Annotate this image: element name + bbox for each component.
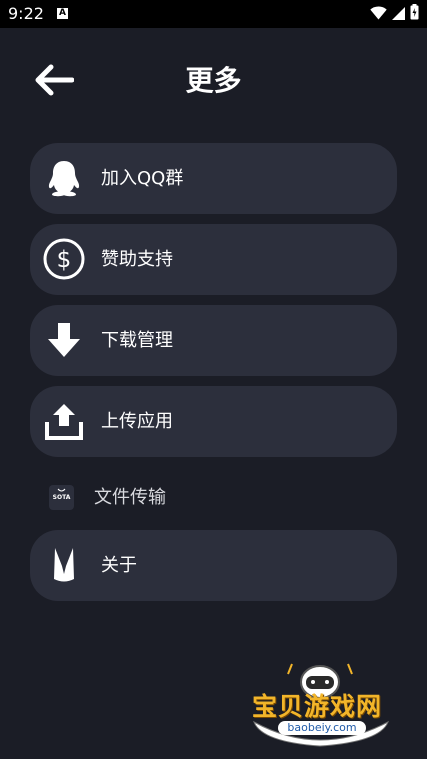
upload-icon <box>42 399 86 443</box>
sota-icon-text: SOTA <box>52 494 71 501</box>
menu-item-label: 赞助支持 <box>101 249 173 270</box>
menu-item-file-transfer[interactable]: SOTA 文件传输 <box>30 470 397 526</box>
menu-item-label: 下载管理 <box>101 330 173 351</box>
menu-item-upload-app[interactable]: 上传应用 <box>30 386 397 457</box>
menu-item-about[interactable]: 关于 <box>30 530 397 601</box>
menu-item-label: 文件传输 <box>94 487 166 508</box>
page-title: 更多 <box>185 64 242 97</box>
notification-a-icon: A <box>57 8 68 19</box>
battery-icon <box>410 4 419 24</box>
dollar-circle-icon: $ <box>42 237 86 281</box>
sota-icon: SOTA <box>49 485 74 510</box>
signal-icon <box>392 5 405 24</box>
status-icons <box>370 4 419 24</box>
menu-item-join-qq-group[interactable]: 加入QQ群 <box>30 143 397 214</box>
watermark-url: baobeiy.com <box>278 721 366 735</box>
menu-item-sponsor[interactable]: $ 赞助支持 <box>30 224 397 295</box>
qq-penguin-icon <box>42 156 86 200</box>
more-screen: 9:22 A 更多 加入QQ群 $ 赞助支持 下载管理 上传应用 SOTA 文件… <box>0 0 427 759</box>
menu-item-label: 加入QQ群 <box>101 168 184 189</box>
watermark-logo: 宝贝游戏网 baobeiy.com <box>248 660 398 752</box>
status-bar: 9:22 A <box>0 0 427 28</box>
menu-item-label: 上传应用 <box>101 411 173 432</box>
watermark-text: 宝贝游戏网 <box>252 692 383 721</box>
wifi-icon <box>370 5 387 24</box>
menu-item-label: 关于 <box>101 555 137 576</box>
download-arrow-icon <box>42 318 86 362</box>
svg-text:$: $ <box>57 247 72 273</box>
app-logo-icon <box>42 543 86 587</box>
status-time: 9:22 <box>8 4 44 23</box>
menu-item-download-manager[interactable]: 下载管理 <box>30 305 397 376</box>
